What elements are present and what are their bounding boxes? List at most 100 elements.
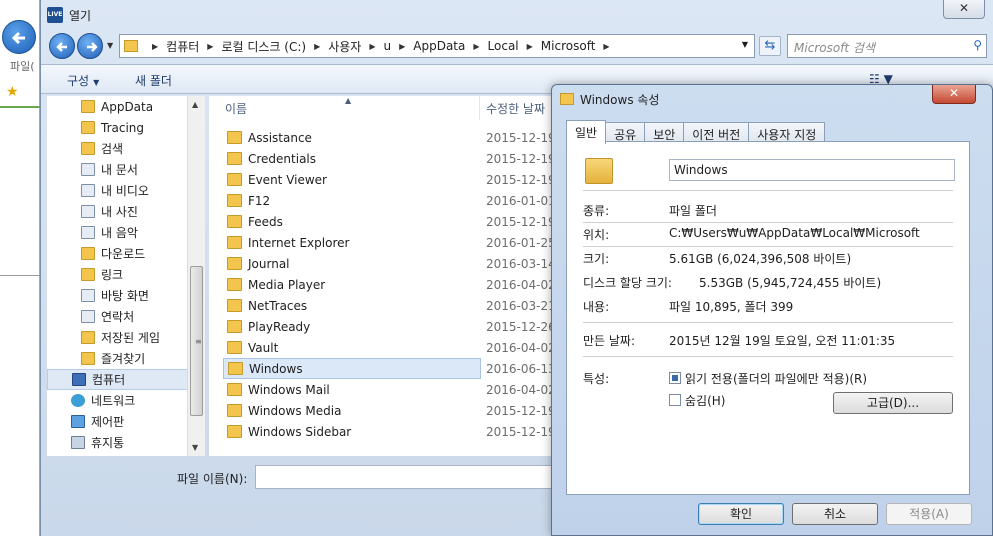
breadcrumb-separator-icon[interactable]: ▶ xyxy=(207,42,213,51)
disk-size-value: 5.53GB (5,945,724,455 바이트) xyxy=(699,276,882,290)
doc-icon xyxy=(81,226,95,239)
nav-item-label: 검색 xyxy=(101,142,124,156)
back-button[interactable] xyxy=(49,33,75,59)
breadcrumb-item[interactable]: AppData xyxy=(413,39,465,53)
file-name: Internet Explorer xyxy=(248,235,350,250)
background-browser: 파일( ★ xyxy=(0,0,40,536)
file-date: 2016-04-02 xyxy=(486,383,556,397)
folder-icon xyxy=(81,247,95,260)
nav-item[interactable]: 내 사진 xyxy=(47,201,205,222)
tab-customize[interactable]: 사용자 지정 xyxy=(748,122,826,143)
file-name-cell: Feeds xyxy=(223,211,481,232)
breadcrumb-item[interactable]: 사용자 xyxy=(328,38,361,55)
breadcrumb-separator-icon[interactable]: ▶ xyxy=(369,42,375,51)
browser-back-button[interactable] xyxy=(2,20,36,54)
breadcrumb-separator-icon[interactable]: ▶ xyxy=(399,42,405,51)
forward-button[interactable] xyxy=(77,33,103,59)
file-date: 2015-12-19 xyxy=(486,425,556,439)
nav-item[interactable]: 링크 xyxy=(47,264,205,285)
scroll-up-icon[interactable]: ▲ xyxy=(192,100,198,109)
nav-item[interactable]: 저장된 게임 xyxy=(47,327,205,348)
folder-icon xyxy=(227,257,242,270)
nav-item[interactable]: Tracing xyxy=(47,117,205,138)
ok-button[interactable]: 확인 xyxy=(698,503,784,525)
navigation-scrollbar[interactable]: ▲ ≡ ▼ xyxy=(187,96,205,456)
contents-value: 파일 10,895, 폴더 399 xyxy=(669,300,794,314)
readonly-label[interactable]: 읽기 전용(폴더의 파일에만 적용)(R) xyxy=(685,370,867,387)
nav-item[interactable]: 즐겨찾기 xyxy=(47,348,205,369)
apply-button[interactable]: 적용(A) xyxy=(886,503,972,525)
breadcrumb-item[interactable]: 컴퓨터 xyxy=(166,38,199,55)
nav-item[interactable]: 다운로드 xyxy=(47,243,205,264)
advanced-button[interactable]: 고급(D)... xyxy=(833,392,953,414)
hidden-checkbox[interactable] xyxy=(669,394,681,406)
cancel-button[interactable]: 취소 xyxy=(792,503,878,525)
nav-item[interactable]: 바탕 화면 xyxy=(47,285,205,306)
file-name-cell: Event Viewer xyxy=(223,169,481,190)
nav-item-label: 다운로드 xyxy=(101,247,146,261)
new-folder-button[interactable]: 새 폴더 xyxy=(135,72,172,89)
folder-icon xyxy=(227,194,242,207)
file-name-cell: Assistance xyxy=(223,127,481,148)
file-date: 2016-03-14 xyxy=(486,257,556,271)
folder-name-field[interactable]: Windows xyxy=(669,159,955,181)
breadcrumb-separator-icon[interactable]: ▶ xyxy=(603,42,609,51)
breadcrumb-separator-icon[interactable]: ▶ xyxy=(527,42,533,51)
nav-item[interactable]: 연락처 xyxy=(47,306,205,327)
nav-item[interactable]: 컴퓨터 xyxy=(47,369,205,390)
nav-item[interactable]: AppData xyxy=(47,96,205,117)
folder-icon xyxy=(227,320,242,333)
properties-close-button[interactable]: ✕ xyxy=(932,85,976,104)
properties-dialog: Windows 속성 ✕ 일반 공유 보안 이전 버전 사용자 지정 Windo… xyxy=(551,84,993,536)
browser-menu-file[interactable]: 파일( xyxy=(10,58,35,74)
tab-previous-versions[interactable]: 이전 버전 xyxy=(683,122,750,143)
tab-security[interactable]: 보안 xyxy=(644,122,685,143)
nav-item-label: 저장된 게임 xyxy=(101,331,161,345)
nav-item[interactable]: 내 음악 xyxy=(47,222,205,243)
favorites-star-icon[interactable]: ★ xyxy=(6,84,19,100)
folder-icon xyxy=(81,121,95,134)
scroll-down-icon[interactable]: ▼ xyxy=(192,443,198,452)
breadcrumb-separator-icon[interactable]: ▶ xyxy=(314,42,320,51)
divider xyxy=(0,275,40,276)
breadcrumb-separator-icon[interactable]: ▶ xyxy=(473,42,479,51)
breadcrumb-item[interactable]: u xyxy=(384,39,392,53)
recent-pages-dropdown-icon[interactable]: ▼ xyxy=(107,41,113,50)
file-date: 2015-12-19 xyxy=(486,404,556,418)
divider xyxy=(583,356,953,357)
tab-strip: 일반 공유 보안 이전 버전 사용자 지정 xyxy=(566,120,826,144)
hidden-label[interactable]: 숨김(H) xyxy=(685,392,725,409)
nav-item[interactable]: 휴지통 xyxy=(47,432,205,453)
column-divider[interactable] xyxy=(479,96,480,120)
readonly-checkbox[interactable] xyxy=(669,372,681,384)
nav-item-label: 링크 xyxy=(101,268,124,282)
nav-item[interactable]: 네트워크 xyxy=(47,390,205,411)
breadcrumb-item[interactable]: Microsoft xyxy=(541,39,596,53)
organize-button[interactable]: 구성 ▼ xyxy=(67,72,99,89)
divider xyxy=(583,190,953,191)
close-button[interactable]: ✕ xyxy=(943,0,985,19)
file-date: 2016-01-25 xyxy=(486,236,556,250)
nav-item-label: 컴퓨터 xyxy=(92,373,126,387)
breadcrumb-item[interactable]: 로컬 디스크 (C:) xyxy=(221,38,306,55)
tab-sharing[interactable]: 공유 xyxy=(605,122,646,143)
address-dropdown-icon[interactable]: ▼ xyxy=(742,40,748,49)
nav-item[interactable]: 제어판 xyxy=(47,411,205,432)
column-header-name[interactable]: 이름 xyxy=(225,100,247,117)
column-header-date[interactable]: 수정한 날짜 xyxy=(486,100,545,117)
address-bar[interactable]: ▶ 컴퓨터 ▶ 로컬 디스크 (C:) ▶ 사용자 ▶ u ▶ AppData ▶ Local ▶ Mic… xyxy=(119,34,755,58)
file-name: Event Viewer xyxy=(248,172,327,187)
scrollbar-thumb[interactable]: ≡ xyxy=(190,266,203,416)
file-date: 2015-12-19 xyxy=(486,173,556,187)
file-name-cell: Windows Media xyxy=(223,400,481,421)
nav-item[interactable]: 검색 xyxy=(47,138,205,159)
nav-item[interactable]: 내 문서 xyxy=(47,159,205,180)
search-input[interactable]: Microsoft 검색 ⚲ xyxy=(787,34,987,58)
file-name-cell: Windows xyxy=(223,358,481,379)
tab-general[interactable]: 일반 xyxy=(566,120,607,144)
nav-item[interactable]: 내 비디오 xyxy=(47,180,205,201)
breadcrumb-separator-icon[interactable]: ▶ xyxy=(152,42,158,51)
breadcrumb-item[interactable]: Local xyxy=(488,39,519,53)
size-label: 크기: xyxy=(583,252,610,266)
refresh-button[interactable]: ⇆ xyxy=(759,36,781,56)
